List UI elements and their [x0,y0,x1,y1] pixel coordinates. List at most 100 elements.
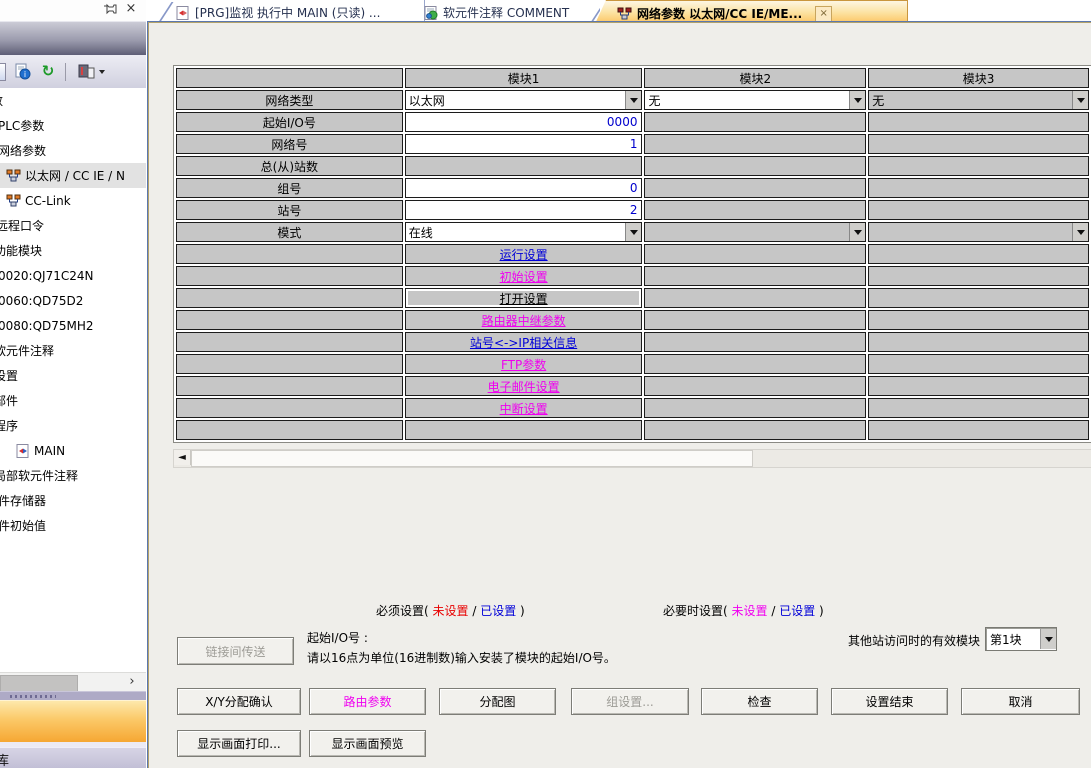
tree-item[interactable]: 软元件注释 [0,338,146,363]
empty-cell [644,244,866,264]
tree-hscrollbar[interactable]: › [0,672,146,692]
dropdown-arrow-button[interactable] [625,223,641,241]
module-config-dropdown-caret[interactable] [99,70,105,74]
tree-item[interactable]: 程序 [0,413,146,438]
footer-button[interactable]: 显示画面预览 [309,730,426,757]
setting-link-cell[interactable]: 初始设置 [405,266,643,286]
empty-cell [868,354,1089,374]
close-panel-icon[interactable]: × [124,1,138,17]
footer-button[interactable]: 分配图 [439,688,556,715]
setting-link-cell[interactable]: 站号<->IP相关信息 [405,332,643,352]
empty-cell [868,112,1089,132]
dropdown-arrow-button[interactable] [625,91,641,109]
setting-link[interactable]: 初始设置 [500,270,548,284]
row-label [176,288,403,308]
empty-cell [644,156,866,176]
valid-module-label: 其他站访问时的有效模块 [708,632,980,649]
pin-icon[interactable] [104,3,118,17]
footer-button[interactable]: 取消 [961,688,1080,715]
tab-network-parameter-label: 网络参数 以太网/CC IE/ME... [637,5,802,22]
valid-module-dropdown-arrow[interactable] [1040,629,1056,649]
dropdown-cell[interactable]: 无 [868,90,1089,110]
cropped-icon[interactable] [0,63,6,81]
row-label [176,332,403,352]
module-config-icon[interactable] [77,62,97,82]
setting-link-cell[interactable]: 中断设置 [405,398,643,418]
setting-link[interactable]: 路由器中继参数 [482,314,566,328]
empty-cell [644,398,866,418]
dropdown-arrow-button[interactable] [849,91,865,109]
footer-button[interactable]: X/Y分配确认 [177,688,301,715]
footer-button[interactable]: 组设置... [571,688,689,715]
tab-close-icon[interactable]: × [815,6,832,22]
setting-link[interactable]: 电子邮件设置 [488,380,560,394]
tree-item[interactable]: 0020:QJ71C24N [0,263,146,288]
setting-link[interactable]: FTP参数 [501,358,546,372]
table-hscrollbar[interactable]: ◄ [173,449,1091,468]
empty-cell [868,332,1089,352]
interlink-transfer-button[interactable]: 链接间传送 [177,637,294,665]
table-hscrollbar-left-arrow[interactable]: ◄ [174,450,191,465]
dropdown-value: 以太网 [406,92,626,109]
tree-item[interactable]: 以太网 / CC IE / N [0,163,146,188]
module-column-header: 模块3 [868,68,1089,88]
setting-link[interactable]: 站号<->IP相关信息 [470,336,577,350]
dropdown-cell[interactable]: 无 [644,90,866,110]
dropdown-cell[interactable]: 在线 [405,222,643,242]
row-label [176,266,403,286]
setting-link[interactable]: 打开设置 [500,292,548,306]
empty-cell [644,178,866,198]
empty-cell [644,112,866,132]
refresh-icon[interactable]: ↻ [38,62,58,82]
value-cell[interactable]: 0 [405,178,643,198]
dropdown-arrow-button[interactable] [1072,91,1088,109]
setting-link-cell[interactable]: 打开设置 [405,288,643,308]
tree-item[interactable]: 0060:QD75D2 [0,288,146,313]
tab-prg-monitor-label: [PRG]监视 执行中 MAIN (只读) ... [195,4,380,21]
setting-link-cell[interactable]: 运行设置 [405,244,643,264]
tree-item-label: 软元件注释 [0,342,54,359]
empty-cell [868,178,1089,198]
dropdown-cell[interactable] [644,222,866,242]
footer-button[interactable]: 显示画面打印... [177,730,301,757]
dropdown-arrow-button[interactable] [1072,223,1088,241]
footer-button[interactable]: 设置结束 [831,688,948,715]
optional-set-label: 已设置 [779,604,815,618]
dropdown-cell[interactable]: 以太网 [405,90,643,110]
tree-item[interactable]: 0080:QD75MH2 [0,313,146,338]
tree-item[interactable]: 部件 [0,388,146,413]
setting-link-cell[interactable]: 电子邮件设置 [405,376,643,396]
tree-item[interactable]: 功能模块 [0,238,146,263]
footer-button[interactable]: 检查 [701,688,818,715]
value-cell[interactable]: 0000 [405,112,643,132]
setting-link-cell[interactable]: 路由器中继参数 [405,310,643,330]
nav-button-user-library[interactable]: 库 [0,747,146,768]
setting-link[interactable]: 中断设置 [500,402,548,416]
tree-item[interactable]: 远程口令 [0,213,146,238]
doc-info-icon[interactable]: i [12,62,32,82]
nav-button-project[interactable] [0,700,146,743]
tree-item[interactable]: CC-Link [0,188,146,213]
tree-item[interactable]: 数 [0,88,146,113]
dropdown-cell[interactable] [868,222,1089,242]
tree-hscrollbar-thumb[interactable] [0,675,78,692]
table-hscrollbar-thumb[interactable] [191,450,753,467]
dropdown-arrow-button[interactable] [849,223,865,241]
required-set-label: 已设置 [480,604,516,618]
setting-link-cell[interactable]: FTP参数 [405,354,643,374]
tree-item[interactable]: 件初始值 [0,513,146,538]
tree-item[interactable]: 设置 [0,363,146,388]
empty-cell [644,310,866,330]
empty-cell [868,398,1089,418]
tree-item[interactable]: 件存储器 [0,488,146,513]
tree-item[interactable]: 网络参数 [0,138,146,163]
tree-hscrollbar-right-arrow[interactable]: › [122,673,142,691]
value-cell[interactable]: 2 [405,200,643,220]
setting-link[interactable]: 运行设置 [500,248,548,262]
tree-item[interactable]: PLC参数 [0,113,146,138]
footer-button[interactable]: 路由参数 [309,688,426,715]
tree-item[interactable]: 局部软元件注释 [0,463,146,488]
value-cell[interactable]: 1 [405,134,643,154]
valid-module-select[interactable]: 第1块 [985,627,1057,651]
tree-item[interactable]: MAIN [0,438,146,463]
